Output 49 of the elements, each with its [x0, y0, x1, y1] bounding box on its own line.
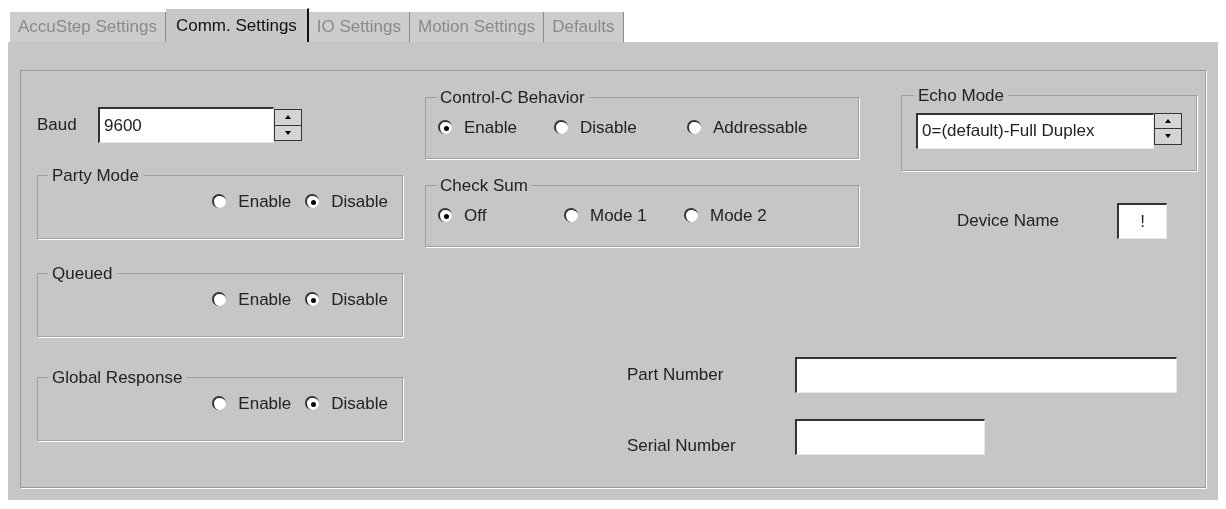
radio-label: Disable [331, 392, 388, 415]
group-title: Global Response [51, 367, 184, 389]
radio-label: Enable [238, 392, 292, 415]
radio-button[interactable] [305, 194, 320, 209]
up-arrow-icon [1165, 118, 1171, 123]
text-field[interactable] [795, 418, 985, 455]
radio-button[interactable] [212, 292, 227, 307]
radio-label: Enable [238, 288, 292, 311]
group-title: Echo Mode [917, 85, 1005, 107]
radio-label: Disable [331, 288, 388, 311]
radio-button[interactable] [684, 208, 698, 223]
radio-label: Enable [238, 190, 292, 213]
radio-label: Disable [580, 116, 637, 139]
group-title: Party Mode [51, 165, 140, 187]
radio-button[interactable] [438, 208, 452, 223]
field-label: Device Name [957, 210, 1061, 233]
spinner[interactable] [274, 109, 302, 141]
down-arrow-icon [1165, 134, 1171, 139]
radio-label: Mode 1 [590, 204, 647, 227]
radio-button[interactable] [564, 208, 578, 223]
radio-label: Disable [331, 190, 388, 213]
field-value: 9600 [104, 114, 142, 137]
radio-label: Off [464, 204, 487, 227]
text-field[interactable] [795, 357, 1177, 393]
field-value: ! [1140, 210, 1145, 233]
field-label: Baud [37, 114, 78, 137]
group-title: Control-C Behavior [439, 87, 586, 109]
radio-button[interactable] [305, 292, 320, 307]
up-arrow-icon [285, 115, 291, 120]
text-field[interactable]: 9600 [98, 107, 274, 143]
radio-button[interactable] [687, 120, 701, 135]
radio-button[interactable] [305, 396, 320, 411]
radio-button[interactable] [212, 396, 227, 411]
down-arrow-icon [285, 130, 291, 135]
radio-label: Enable [464, 116, 517, 139]
radio-label: Addressable [713, 116, 808, 139]
radio-button[interactable] [554, 120, 568, 135]
radio-button[interactable] [212, 194, 227, 209]
spinner[interactable] [1154, 112, 1182, 145]
text-field[interactable]: ! [1117, 203, 1167, 239]
group-title: Queued [51, 263, 114, 285]
tab[interactable]: Comm. Settings [165, 8, 309, 42]
field-value: 0=(default)-Full Duplex [922, 120, 1095, 143]
text-field[interactable]: 0=(default)-Full Duplex [916, 112, 1154, 149]
radio-button[interactable] [438, 120, 452, 135]
field-label: Part Number [627, 364, 725, 387]
field-label: Serial Number [627, 435, 737, 457]
radio-label: Mode 2 [710, 204, 767, 227]
group-title: Check Sum [439, 175, 529, 197]
